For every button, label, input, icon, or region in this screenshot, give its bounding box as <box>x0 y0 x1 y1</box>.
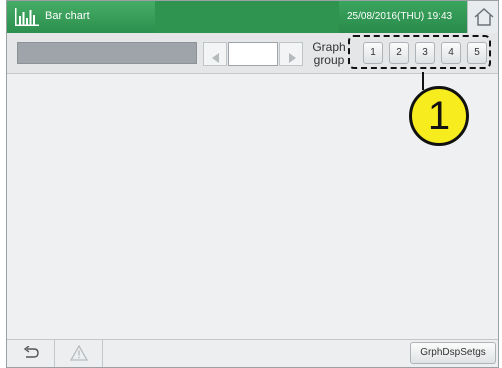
title-bar: Bar chart 25/08/2016(THU) 19:43 <box>7 1 498 34</box>
callout-leader-line <box>422 72 424 90</box>
graph-group-label: Graph group <box>312 40 346 67</box>
triangle-right-icon <box>287 50 297 68</box>
next-page-button[interactable] <box>279 42 303 66</box>
alarm-button[interactable] <box>55 340 103 367</box>
app-title: Bar chart <box>45 10 90 22</box>
graph-group-highlight <box>348 35 491 69</box>
graph-name-field <box>17 42 197 64</box>
bar-chart-icon <box>14 7 40 32</box>
bottom-bar: GrphDspSetgs <box>7 339 498 367</box>
triangle-left-icon <box>211 50 221 68</box>
callout-marker-1: 1 <box>409 86 469 146</box>
date-time: 25/08/2016(THU) 19:43 <box>347 11 453 22</box>
prev-page-button[interactable] <box>203 42 227 66</box>
page-number-field[interactable] <box>228 42 278 66</box>
home-button[interactable] <box>467 1 498 33</box>
graph-display-settings-button[interactable]: GrphDspSetgs <box>410 342 496 364</box>
back-button[interactable] <box>7 340 55 367</box>
